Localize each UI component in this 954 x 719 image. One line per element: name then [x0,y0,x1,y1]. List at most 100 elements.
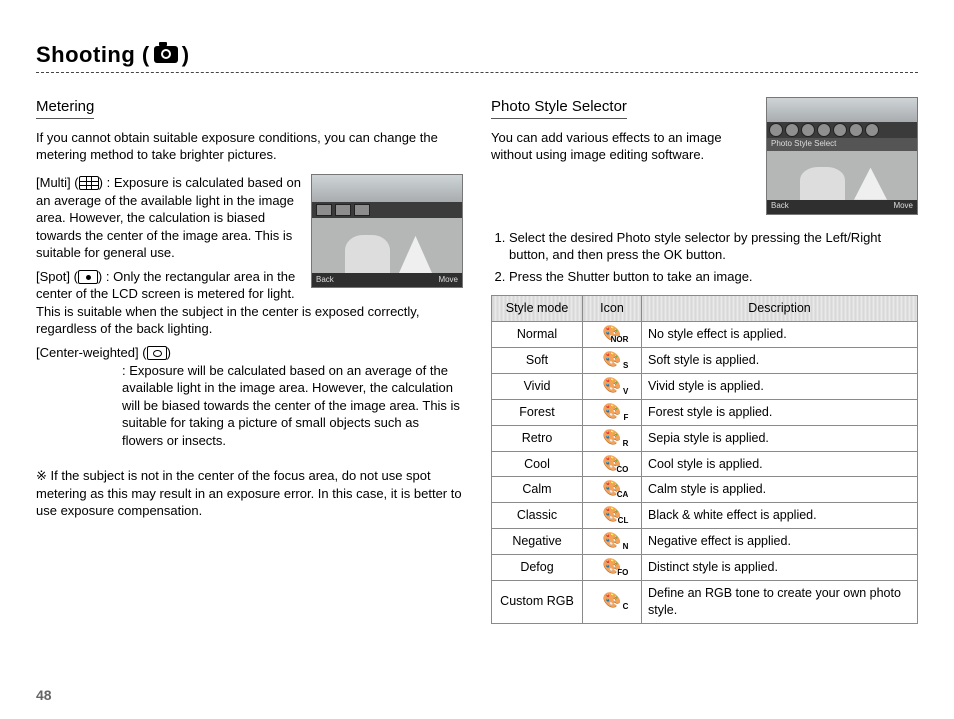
palette-icon-sub: N [623,543,629,551]
cell-mode: Cool [492,451,583,477]
palette-icon-sub: CL [618,517,629,525]
palette-icon: 🎨V [603,378,622,393]
table-row: Defog 🎨FO Distinct style is applied. [492,555,918,581]
metering-thumbnail: Back Move [311,174,463,288]
thumb-cw-icon [354,204,370,216]
thumb-spot-icon [335,204,351,216]
style-dot-icon [817,123,831,137]
palette-icon: 🎨S [603,352,622,367]
cell-icon: 🎨CL [583,503,642,529]
cell-icon: 🎨F [583,399,642,425]
cell-mode: Calm [492,477,583,503]
thumb-body [767,151,917,200]
thumb-multi-icon [316,204,332,216]
table-row: Vivid 🎨V Vivid style is applied. [492,373,918,399]
th-desc: Description [642,296,918,322]
thumb-footer: Back Move [767,200,917,214]
palette-icon: 🎨R [603,430,622,445]
palette-icon: 🎨FO [603,559,622,574]
thumb-body [312,218,462,273]
table-row: Calm🎨CACalm style is applied. [492,477,918,503]
cell-desc: Vivid style is applied. [642,373,918,399]
table-header-row: Style mode Icon Description [492,296,918,322]
palette-icon: 🎨CO [603,456,622,471]
palette-icon-sub: CA [617,491,629,499]
cell-mode: Classic [492,503,583,529]
style-dot-icon [865,123,879,137]
thumb-move-label: Move [893,201,913,212]
pss-thumbnail: Photo Style Select Back Move [766,97,918,215]
chapter-title: Shooting ( ) [36,40,918,70]
cell-icon: 🎨N [583,529,642,555]
spot-icon [78,270,98,284]
table-row: Forest 🎨F Forest style is applied. [492,399,918,425]
cell-icon: 🎨FO [583,555,642,581]
pss-steps: Select the desired Photo style selector … [491,229,918,286]
palette-icon: 🎨C [603,593,622,608]
term-label: [Multi] () : [36,175,114,190]
palette-icon-sub: R [623,440,629,448]
cell-desc: Distinct style is applied. [642,555,918,581]
thumb-back-label: Back [316,275,334,286]
table-row: Cool 🎨CO Cool style is applied. [492,451,918,477]
column-left: Metering If you cannot obtain suitable e… [36,97,463,624]
cell-desc: Cool style is applied. [642,451,918,477]
manual-page: Shooting ( ) Metering If you cannot obta… [0,0,954,719]
style-dot-icon [849,123,863,137]
cell-desc: Sepia style is applied. [642,425,918,451]
palette-icon-sub: V [623,388,628,396]
cell-desc: Black & white effect is applied. [642,503,918,529]
page-number: 48 [36,686,52,705]
style-dot-icon [769,123,783,137]
section-heading-metering: Metering [36,97,94,119]
style-table: Style mode Icon Description Normal🎨NORNo… [491,295,918,623]
cell-icon: 🎨S [583,348,642,374]
cell-icon: 🎨V [583,373,642,399]
palette-icon-sub: S [623,362,628,370]
style-dot-icon [833,123,847,137]
style-dot-icon [785,123,799,137]
center-weighted-icon [147,346,167,360]
cell-mode: Negative [492,529,583,555]
step-item: Press the Shutter button to take an imag… [509,268,918,286]
cell-desc: Forest style is applied. [642,399,918,425]
table-row: Classic 🎨CL Black & white effect is applie… [492,503,918,529]
thumb-style-row [767,122,917,138]
thumb-style-label: Photo Style Select [767,138,917,151]
table-row: Negative🎨NNegative effect is applied. [492,529,918,555]
thumb-sky [312,175,462,202]
columns: Metering If you cannot obtain suitable e… [36,97,918,624]
cell-mode: Forest [492,399,583,425]
cell-mode: Soft [492,348,583,374]
palette-icon-sub: CO [616,466,628,474]
table-row: Soft🎨SSoft style is applied. [492,348,918,374]
palette-icon: 🎨CL [603,507,622,522]
metering-note: ※ If the subject is not in the center of… [36,467,463,520]
thumb-figure [345,235,390,273]
column-right: Photo Style Selector Photo Style Select … [491,97,918,624]
table-row: Normal🎨NORNo style effect is applied. [492,322,918,348]
cell-mode: Defog [492,555,583,581]
cell-icon: 🎨R [583,425,642,451]
cell-icon: 🎨C [583,580,642,623]
palette-icon: 🎨NOR [603,326,622,341]
cell-mode: Vivid [492,373,583,399]
term-label: [Spot] () : [36,269,113,284]
thumb-move-label: Move [438,275,458,286]
camera-icon [154,46,178,63]
term-label: [Center-weighted] () [36,345,171,360]
step-item: Select the desired Photo style selector … [509,229,918,264]
thumb-figure [800,167,845,200]
palette-icon-sub: C [623,603,629,611]
palette-icon: 🎨CA [603,481,622,496]
cell-icon: 🎨CA [583,477,642,503]
cell-desc: No style effect is applied. [642,322,918,348]
metering-intro: If you cannot obtain suitable exposure c… [36,129,463,164]
palette-icon-sub: F [623,414,628,422]
cell-icon: 🎨CO [583,451,642,477]
multi-icon [79,176,99,190]
palette-icon: 🎨F [603,404,622,419]
cell-mode: Custom RGB [492,580,583,623]
table-row: Custom RGB🎨CDefine an RGB tone to create… [492,580,918,623]
chapter-title-text: Shooting ( [36,40,150,70]
